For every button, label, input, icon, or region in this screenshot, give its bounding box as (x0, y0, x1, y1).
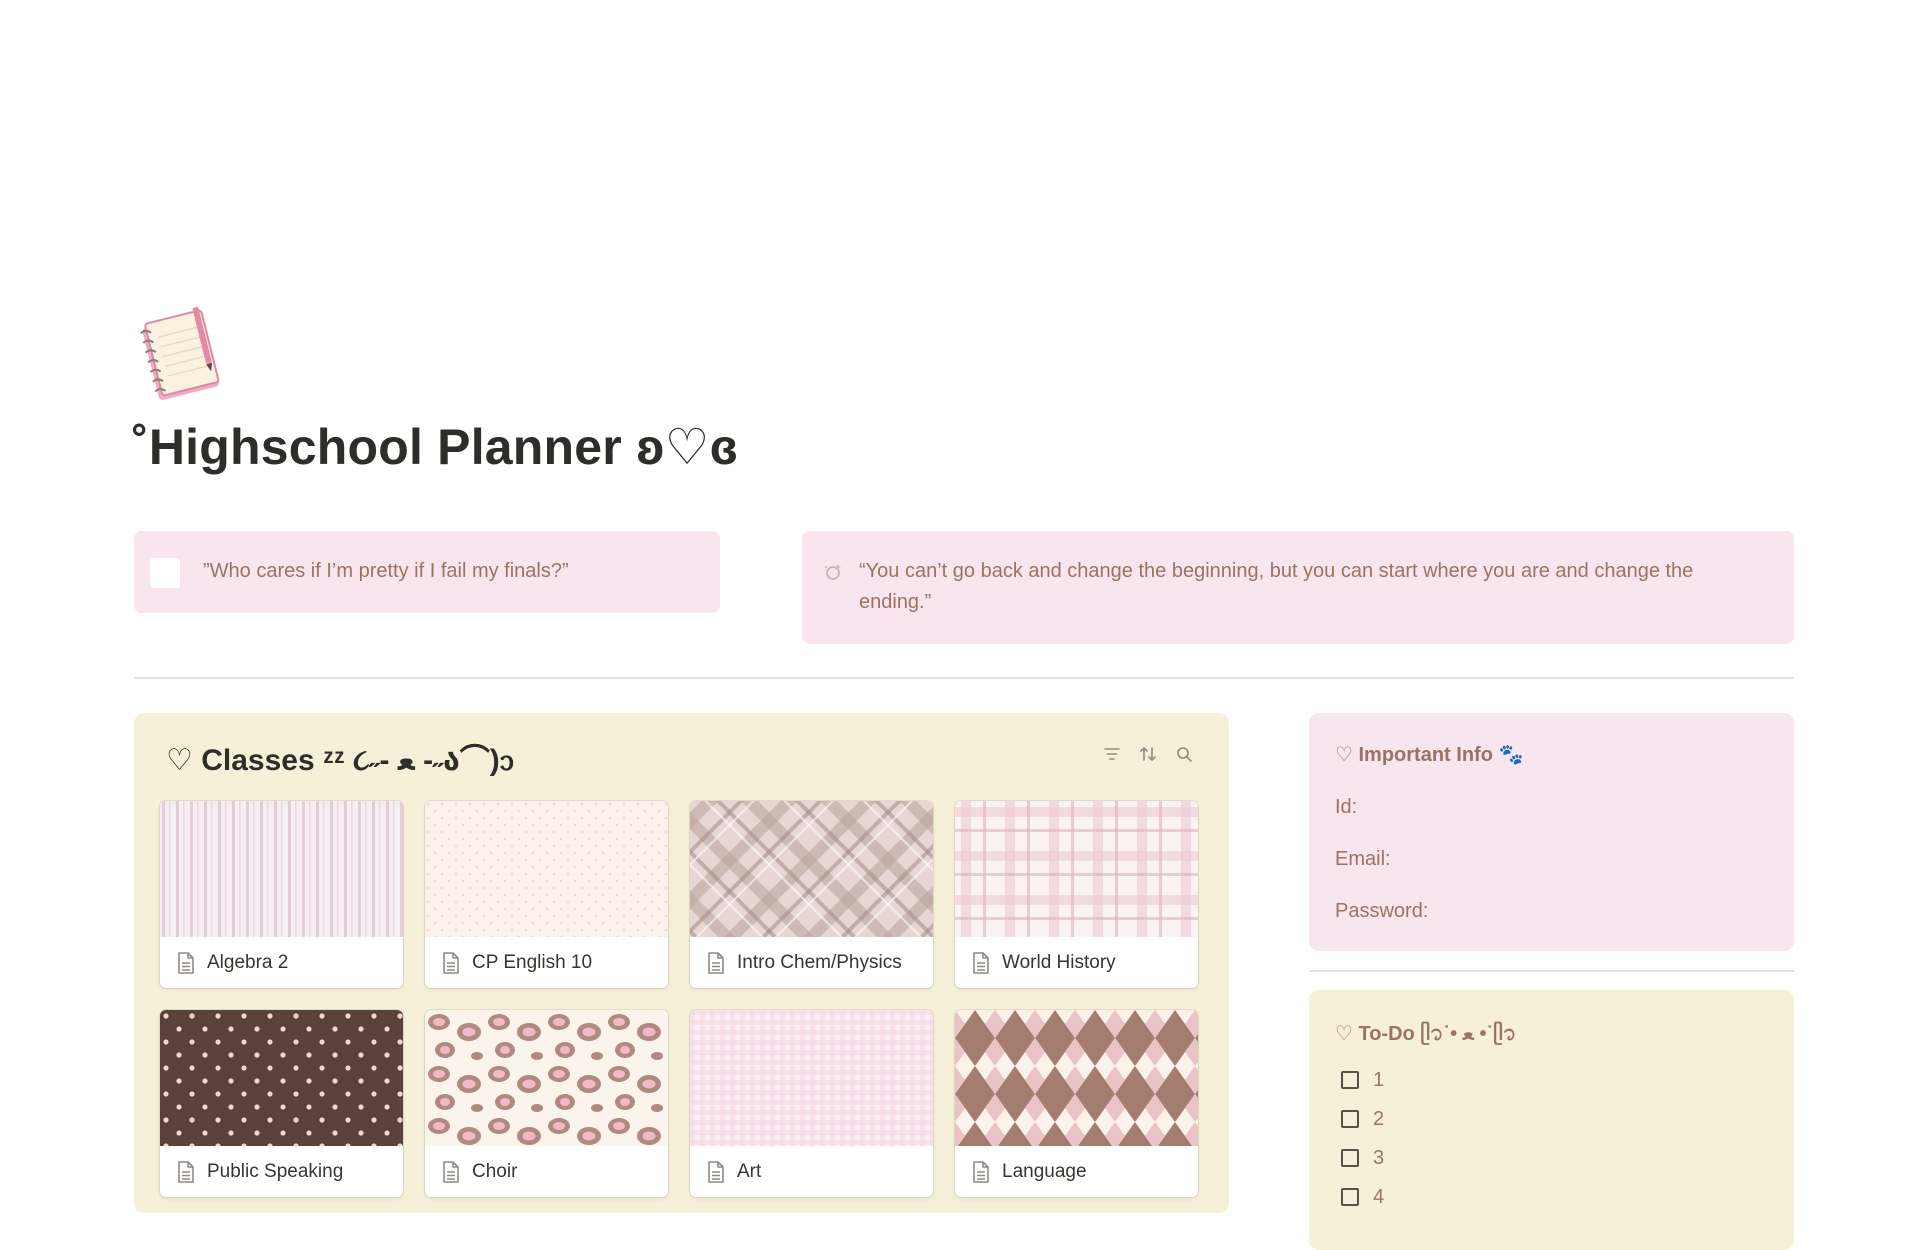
page-icon (178, 1161, 194, 1183)
page-icon (443, 952, 459, 974)
info-password[interactable]: Password: (1335, 900, 1428, 923)
filter-icon[interactable] (1103, 745, 1121, 763)
quote-callout: ”Who cares if I’m pretty if I fail my fi… (134, 531, 720, 613)
todo-item: 4 (1341, 1185, 1384, 1209)
class-card-language[interactable]: Language (955, 1010, 1198, 1197)
class-card-choir[interactable]: Choir (425, 1010, 668, 1197)
page-icon (178, 952, 194, 974)
sort-icon[interactable] (1139, 745, 1157, 763)
card-cover (425, 1010, 668, 1146)
class-card-history[interactable]: World History (955, 801, 1198, 988)
card-title: Algebra 2 (207, 952, 289, 973)
notebook-icon[interactable] (134, 306, 230, 402)
page-title[interactable]: ˚Highschool Planner ʚ♡ɞ (132, 418, 738, 476)
card-cover (160, 1010, 403, 1146)
card-cover (160, 801, 403, 937)
todo-label[interactable]: 1 (1373, 1069, 1384, 1092)
divider (134, 677, 1794, 679)
classes-gallery: ♡ Classes ᶻᶻ ૮˶- ﻌ -˶ა⌒)ᦱ Algebra 2 CP E… (134, 713, 1229, 1213)
divider (1309, 970, 1794, 972)
quote-text: ”Who cares if I’m pretty if I fail my fi… (203, 560, 569, 582)
card-cover (425, 801, 668, 937)
card-cover (690, 1010, 933, 1146)
classes-title: ♡ Classes ᶻᶻ ૮˶- ﻌ -˶ა⌒)ᦱ (166, 744, 514, 777)
view-toolbar (1103, 745, 1193, 763)
info-email[interactable]: Email: (1335, 848, 1391, 871)
card-title: Language (1002, 1161, 1087, 1182)
info-title: ♡ Important Info 🐾 (1335, 744, 1524, 766)
card-cover (955, 801, 1198, 937)
class-card-algebra[interactable]: Algebra 2 (160, 801, 403, 988)
quote-text-2: “You can’t go back and change the beginn… (859, 560, 1694, 613)
todo-checkbox[interactable] (1341, 1071, 1359, 1089)
todo-item: 2 (1341, 1107, 1384, 1131)
todo-item: 1 (1341, 1068, 1384, 1092)
page-icon (708, 1161, 724, 1183)
page-icon (973, 952, 989, 974)
class-card-chem[interactable]: Intro Chem/Physics (690, 801, 933, 988)
todo-checkbox[interactable] (1341, 1110, 1359, 1128)
todo-checkbox[interactable] (1341, 1188, 1359, 1206)
card-title: Public Speaking (207, 1161, 344, 1182)
page-icon (973, 1161, 989, 1183)
sparkle-icon (824, 564, 841, 580)
todo-checkbox[interactable] (1341, 1149, 1359, 1167)
todo-title: ♡ To-Do ᥫ᭡˙• ﻌ •˙ᥫ᭡ (1335, 1023, 1517, 1045)
info-id[interactable]: Id: (1335, 796, 1357, 819)
todo-item: 3 (1341, 1146, 1384, 1170)
quote-callout-2: “You can’t go back and change the beginn… (802, 531, 1794, 644)
card-title: Intro Chem/Physics (737, 952, 902, 973)
card-cover (955, 1010, 1198, 1146)
card-title: World History (1002, 952, 1116, 973)
card-cover (690, 801, 933, 937)
important-info-callout: ♡ Important Info 🐾 Id: Email: Password: (1309, 713, 1794, 951)
todo-callout: ♡ To-Do ᥫ᭡˙• ﻌ •˙ᥫ᭡ 1 2 3 4 (1309, 990, 1794, 1250)
class-card-english[interactable]: CP English 10 (425, 801, 668, 988)
card-title: CP English 10 (472, 952, 593, 973)
page-icon (708, 952, 724, 974)
todo-label[interactable]: 4 (1373, 1186, 1384, 1209)
class-card-art[interactable]: Art (690, 1010, 933, 1197)
page-icon (443, 1161, 459, 1183)
search-icon[interactable] (1175, 745, 1193, 763)
card-title: Art (737, 1161, 762, 1182)
class-card-speaking[interactable]: Public Speaking (160, 1010, 403, 1197)
card-title: Choir (472, 1161, 518, 1182)
checkbox-blank-icon[interactable] (150, 558, 180, 588)
todo-label[interactable]: 3 (1373, 1147, 1384, 1170)
todo-label[interactable]: 2 (1373, 1108, 1384, 1131)
